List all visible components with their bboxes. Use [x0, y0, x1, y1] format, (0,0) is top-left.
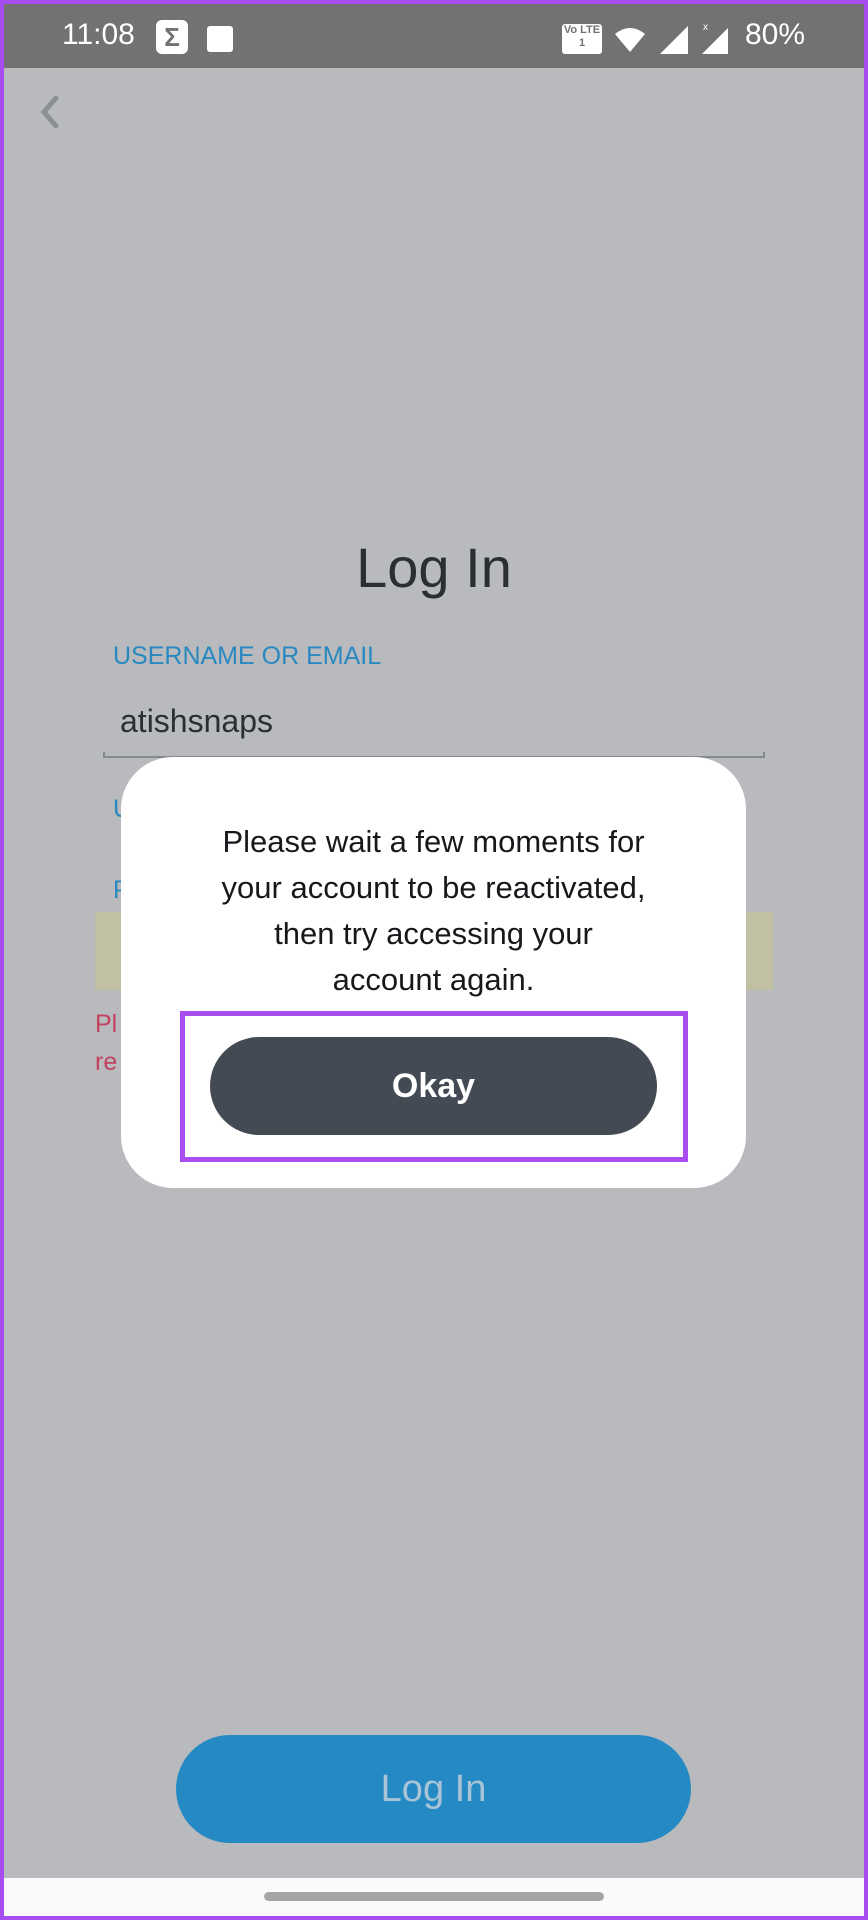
- message-line: your account to be reactivated,: [221, 870, 646, 905]
- gallery-icon: [207, 26, 233, 52]
- message-line: Please wait a few moments for: [222, 824, 645, 859]
- volte-icon: Vo LTE 1: [562, 24, 602, 54]
- message-line: account again.: [332, 962, 535, 997]
- signal-x-icon: x: [702, 22, 728, 54]
- error-text: re: [95, 1048, 118, 1076]
- status-bar: 11:08 Σ Vo LTE 1 x 80%: [0, 0, 868, 68]
- wifi-icon: [615, 28, 645, 52]
- navigation-bar: [0, 1878, 868, 1920]
- sigma-icon: Σ: [156, 20, 188, 54]
- username-label: USERNAME OR EMAIL: [113, 642, 382, 670]
- battery-level: 80%: [745, 18, 806, 51]
- svg-text:x: x: [703, 22, 708, 33]
- page-title: Log In: [356, 536, 512, 599]
- okay-button[interactable]: Okay: [210, 1037, 657, 1135]
- error-text: Pl: [95, 1010, 118, 1038]
- status-time: 11:08: [62, 18, 135, 51]
- signal-icon: [660, 26, 688, 54]
- message-line: then try accessing your: [274, 916, 593, 951]
- username-input[interactable]: atishsnaps: [120, 703, 273, 740]
- login-button[interactable]: Log In: [176, 1735, 691, 1843]
- home-handle[interactable]: [264, 1892, 604, 1901]
- dialog-message: Please wait a few moments for your accou…: [121, 819, 746, 1003]
- chevron-left-icon[interactable]: [36, 92, 66, 132]
